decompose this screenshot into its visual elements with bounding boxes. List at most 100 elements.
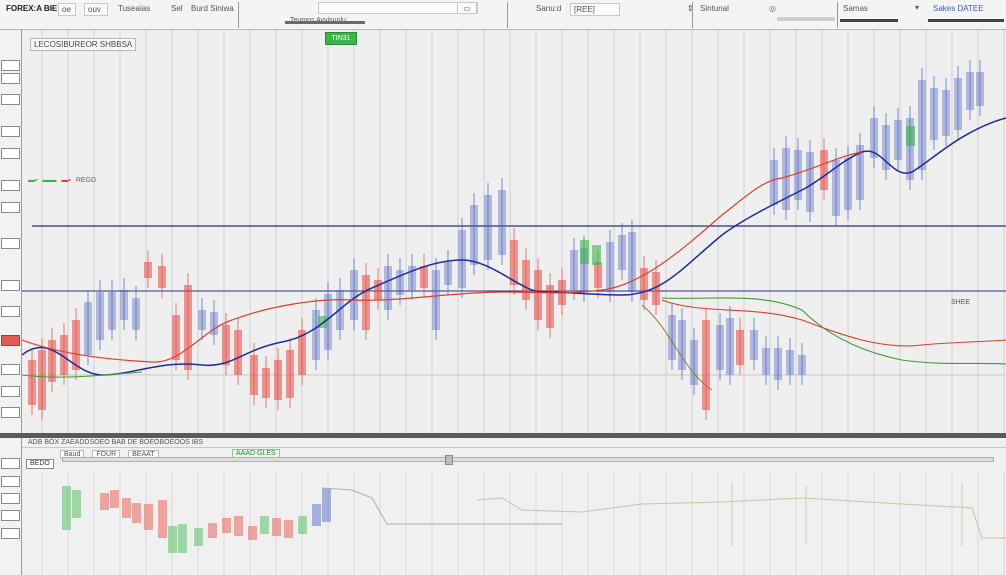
volume-bar	[100, 493, 109, 510]
symbol-underline	[285, 21, 365, 24]
candle-body	[770, 160, 778, 205]
candle-body	[120, 290, 128, 320]
candle-body	[510, 240, 518, 285]
candle-body	[762, 348, 770, 375]
lower-panel[interactable]: ADB BOX ZAEADDSOEO BAB DE BOEOBOEOOS IBS…	[22, 438, 1006, 575]
period-1[interactable]: Sanu:d	[533, 3, 564, 16]
candle-body	[678, 320, 686, 370]
candle-body	[618, 235, 626, 270]
main-chart-area[interactable]: LECOSIBUREOR SHBBSA TIN31 ▬▪ ▬▬ ▬▪ REGD …	[22, 30, 1006, 433]
candle-body	[384, 266, 392, 310]
toolbar-field-1[interactable]: oe	[58, 3, 76, 16]
candle-body	[222, 325, 230, 365]
candle-body	[144, 262, 152, 278]
volume-bar	[62, 486, 71, 530]
volume-line	[321, 487, 562, 525]
candle-body	[798, 355, 806, 375]
candle-body	[108, 292, 116, 330]
green-badge[interactable]: TIN31	[325, 32, 357, 45]
moving-average-brown	[641, 304, 713, 391]
candle-body	[976, 72, 984, 106]
gutter-box[interactable]	[1, 148, 20, 159]
gutter-box[interactable]	[1, 238, 20, 249]
gutter-box[interactable]	[1, 458, 20, 469]
candle-body	[184, 285, 192, 370]
search-input[interactable]	[318, 2, 478, 14]
candle-body	[262, 368, 270, 398]
volume-bar	[194, 528, 203, 546]
candle-body	[522, 260, 530, 300]
legend-swatch-green: ▬▬	[42, 177, 57, 184]
candle-body	[942, 90, 950, 136]
gutter-box[interactable]	[1, 60, 20, 71]
arrows-icon[interactable]: ⇕	[684, 3, 697, 16]
candle-body	[570, 250, 578, 290]
period-toggle[interactable]	[627, 2, 667, 15]
legend-text: REGD	[75, 177, 97, 184]
candle-body	[234, 330, 242, 375]
candle-body	[954, 78, 962, 130]
gutter-box[interactable]	[1, 280, 20, 291]
candle-accent	[906, 126, 915, 146]
volume-bar	[178, 524, 187, 553]
candle-body	[606, 242, 614, 292]
toolbar-bar	[777, 17, 835, 21]
gutter-box[interactable]	[1, 476, 20, 487]
volume-bar	[222, 518, 231, 533]
gutter-box[interactable]	[1, 202, 20, 213]
toolbar-separator	[692, 2, 693, 28]
volume-bar	[158, 500, 167, 538]
gutter-box[interactable]	[1, 528, 20, 539]
menu-item-2[interactable]: Sel	[168, 3, 186, 16]
menu-item-1[interactable]: Tuseaias	[115, 3, 153, 16]
candle-body	[628, 232, 636, 292]
legend-swatch-red: ▬▪	[61, 177, 71, 184]
dropdown-icon[interactable]: ▾	[912, 2, 924, 15]
candle-body	[786, 350, 794, 375]
candle-body	[736, 330, 744, 365]
gutter-box[interactable]	[1, 510, 20, 521]
circle-icon[interactable]: ○	[45, 3, 55, 16]
volume-bar	[284, 520, 293, 538]
gutter-box[interactable]	[1, 94, 20, 105]
main-chart-canvas[interactable]	[22, 30, 1006, 433]
gutter-box-active[interactable]	[1, 335, 20, 346]
volume-bar	[248, 526, 257, 540]
toolbar-separator	[507, 2, 508, 28]
candle-body	[396, 270, 404, 295]
gutter-box[interactable]	[1, 73, 20, 84]
gutter-box[interactable]	[1, 180, 20, 191]
candle-body	[894, 120, 902, 160]
candle-body	[844, 158, 852, 210]
gutter-box[interactable]	[1, 493, 20, 504]
settings-icon[interactable]: ◎	[766, 3, 779, 16]
period-2[interactable]: [REE]	[570, 3, 620, 16]
volume-bar	[312, 504, 321, 526]
candle-body	[702, 320, 710, 410]
right-underline-2	[928, 19, 1004, 22]
lower-tab[interactable]: BEDO	[26, 459, 54, 469]
chart-title: LECOSIBUREOR SHBBSA	[30, 38, 137, 51]
right-label-2: Sakes DATEE	[933, 4, 984, 13]
toolbar-field-2[interactable]: ouv	[84, 3, 108, 16]
gutter-box[interactable]	[1, 386, 20, 397]
scroll-thumb[interactable]	[445, 455, 453, 465]
gutter-box[interactable]	[1, 306, 20, 317]
gutter-box[interactable]	[1, 126, 20, 137]
candle-body	[594, 262, 602, 288]
candle-body	[420, 266, 428, 288]
menu-item-3[interactable]: Burd Siniwa	[188, 3, 237, 16]
timeline-scrollbar[interactable]	[62, 455, 994, 465]
candle-body	[432, 270, 440, 330]
search-icon[interactable]: ▭	[457, 2, 477, 14]
candle-body	[806, 152, 814, 212]
gutter-box[interactable]	[1, 407, 20, 418]
gutter-box[interactable]	[1, 364, 20, 375]
top-toolbar: FOREX:A BIE ○ oe ouv Tuseaias Sel Burd S…	[0, 0, 1006, 30]
left-gutter	[0, 30, 22, 575]
volume-bar	[72, 490, 81, 518]
candle-body	[48, 340, 56, 382]
candle-body	[274, 360, 282, 400]
candle-body	[750, 330, 758, 360]
candle-body	[362, 275, 370, 330]
